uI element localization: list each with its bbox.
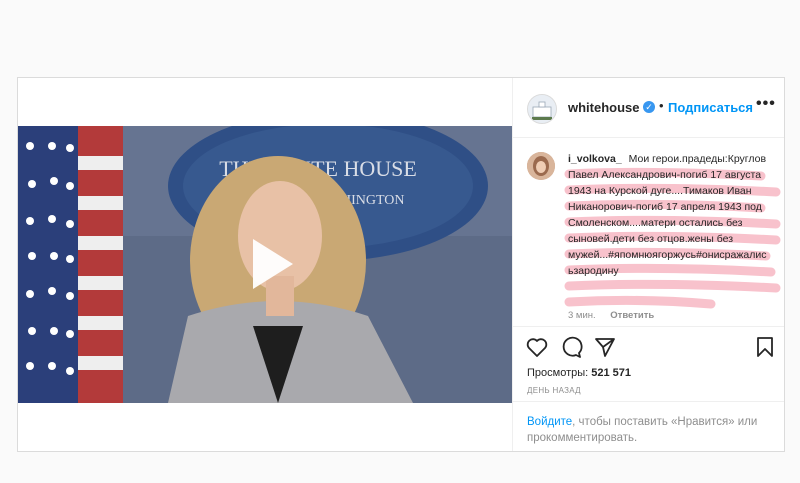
- views-label: Просмотры:: [527, 367, 589, 379]
- post-sidebar: whitehouse ✓ • Подписаться ••• i_volkova…: [512, 78, 784, 451]
- views-count: Просмотры: 521 571: [527, 367, 631, 379]
- play-button[interactable]: [239, 235, 297, 293]
- share-icon[interactable]: [593, 335, 617, 359]
- follow-button[interactable]: Подписаться: [668, 100, 753, 115]
- comment-text: Мои герои.прадеды:Круглов Павел Александ…: [568, 153, 767, 277]
- reply-button[interactable]: Ответить: [610, 310, 654, 321]
- comment-icon[interactable]: [559, 335, 583, 359]
- comments-section: i_volkova_ Мои герои.прадеды:Круглов Пав…: [513, 138, 784, 326]
- heart-icon[interactable]: [525, 335, 549, 359]
- instagram-post: THE WHITE HOUSE WASHINGTON: [17, 77, 785, 452]
- login-link[interactable]: Войдите: [527, 416, 572, 428]
- login-prompt-text: Войдите, чтобы поставить «Нравится» или …: [527, 414, 767, 446]
- post-username[interactable]: whitehouse: [568, 100, 640, 115]
- bookmark-icon[interactable]: [753, 335, 777, 359]
- comment-time: 3 мин.: [568, 310, 596, 321]
- commenter-avatar[interactable]: [527, 152, 555, 180]
- post-header: whitehouse ✓ • Подписаться •••: [513, 78, 784, 138]
- video-player[interactable]: THE WHITE HOUSE WASHINGTON: [18, 126, 512, 403]
- comment-meta: 3 мин. Ответить: [568, 310, 666, 321]
- separator-dot: •: [659, 98, 664, 113]
- profile-avatar[interactable]: [527, 94, 557, 124]
- more-options-icon[interactable]: •••: [756, 95, 776, 113]
- commenter-username[interactable]: i_volkova_: [568, 153, 622, 165]
- comment-body: i_volkova_ Мои герои.прадеды:Круглов Пав…: [568, 151, 768, 279]
- post-media: THE WHITE HOUSE WASHINGTON: [18, 78, 512, 451]
- post-time[interactable]: ДЕНЬ НАЗАД: [527, 386, 581, 395]
- action-bar: [513, 326, 784, 366]
- views-value: 521 571: [591, 367, 632, 379]
- login-prompt: Войдите, чтобы поставить «Нравится» или …: [513, 401, 784, 451]
- verified-badge-icon: ✓: [643, 101, 655, 113]
